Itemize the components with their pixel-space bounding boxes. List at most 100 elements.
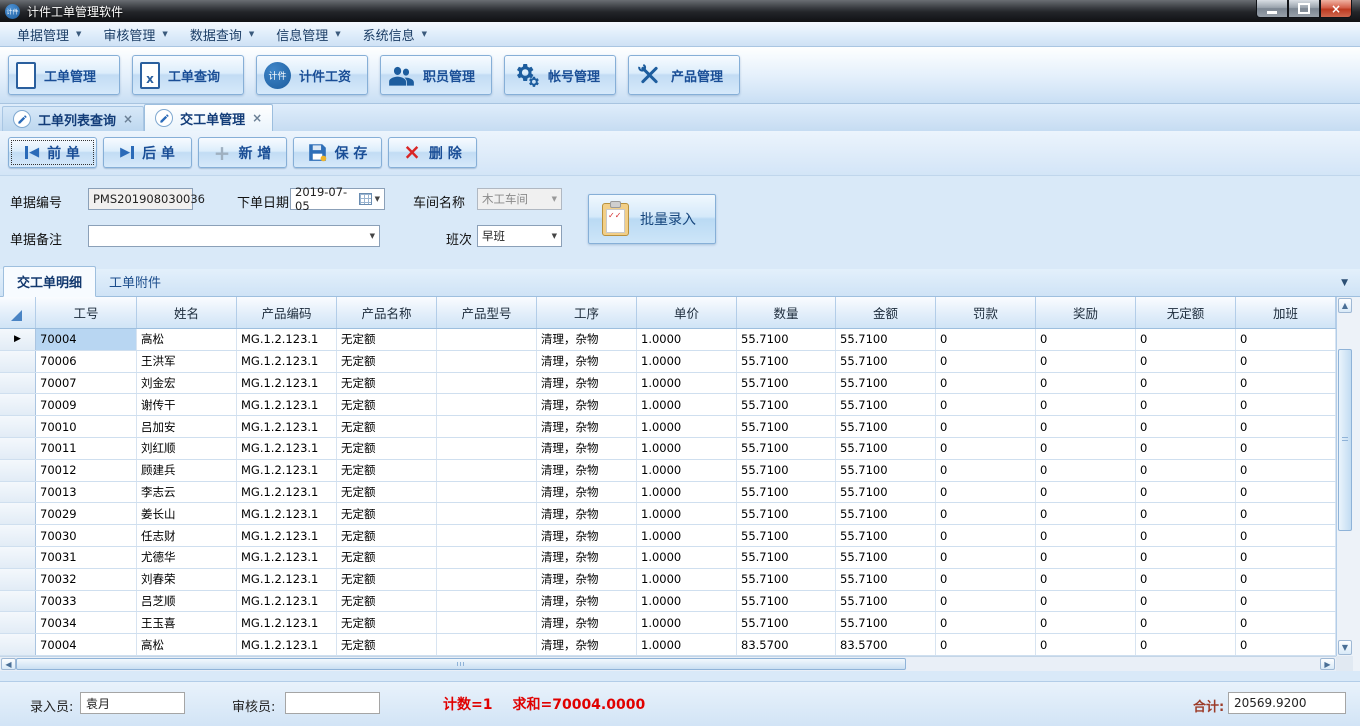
cell[interactable]: MG.1.2.123.1 <box>237 569 337 590</box>
cell[interactable]: 0 <box>936 394 1036 415</box>
batch-entry-button[interactable]: ✓✓ 批量录入 <box>588 194 716 244</box>
menu-item-audit[interactable]: 审核管理▼ <box>92 22 178 46</box>
cell[interactable]: 0 <box>1136 394 1236 415</box>
cell[interactable]: 1.0000 <box>637 482 737 503</box>
cell[interactable]: MG.1.2.123.1 <box>237 612 337 633</box>
horizontal-scroll-thumb[interactable] <box>16 658 906 670</box>
cell[interactable]: 0 <box>1136 591 1236 612</box>
cell[interactable]: MG.1.2.123.1 <box>237 394 337 415</box>
cell[interactable]: MG.1.2.123.1 <box>237 525 337 546</box>
cell[interactable]: 0 <box>936 416 1036 437</box>
vertical-scrollbar[interactable]: ▲ ▼ <box>1336 297 1353 656</box>
cell[interactable]: 0 <box>1236 373 1336 394</box>
row-selector[interactable] <box>0 416 36 437</box>
tab-delivery-detail[interactable]: 交工单明细 <box>3 266 96 297</box>
shift-select[interactable]: 早班 ▼ <box>477 225 562 247</box>
cell[interactable]: 无定额 <box>337 482 437 503</box>
cell[interactable]: 刘春荣 <box>137 569 237 590</box>
staff-manage-button[interactable]: 职员管理 <box>380 55 492 95</box>
cell[interactable]: 1.0000 <box>637 503 737 524</box>
cell[interactable]: 55.7100 <box>836 503 936 524</box>
cell[interactable]: 1.0000 <box>637 394 737 415</box>
cell[interactable]: 55.7100 <box>737 503 836 524</box>
column-header[interactable]: 工序 <box>537 297 637 328</box>
cell[interactable]: 0 <box>1036 482 1136 503</box>
cell[interactable]: 1.0000 <box>637 351 737 372</box>
cell[interactable]: 55.7100 <box>836 351 936 372</box>
column-header[interactable]: 姓名 <box>137 297 237 328</box>
row-selector[interactable] <box>0 438 36 459</box>
cell[interactable]: 55.7100 <box>737 547 836 568</box>
tab-close-icon[interactable]: × <box>123 113 133 125</box>
cell[interactable]: 70030 <box>36 525 137 546</box>
cell[interactable]: 尤德华 <box>137 547 237 568</box>
cell[interactable]: 清理，杂物 <box>537 329 637 350</box>
cell[interactable]: 0 <box>1236 329 1336 350</box>
cell[interactable]: 0 <box>1236 482 1336 503</box>
cell[interactable]: 清理，杂物 <box>537 634 637 655</box>
cell[interactable]: 0 <box>1236 569 1336 590</box>
cell[interactable]: 70031 <box>36 547 137 568</box>
cell[interactable]: 0 <box>1036 525 1136 546</box>
cell[interactable]: 55.7100 <box>737 482 836 503</box>
cell[interactable]: MG.1.2.123.1 <box>237 416 337 437</box>
cell[interactable]: 70004 <box>36 634 137 655</box>
cell[interactable]: 0 <box>936 503 1036 524</box>
column-header[interactable]: 工号 <box>36 297 137 328</box>
cell[interactable]: 清理，杂物 <box>537 547 637 568</box>
cell[interactable]: 0 <box>936 591 1036 612</box>
cell[interactable]: 0 <box>1236 460 1336 481</box>
cell[interactable] <box>437 329 537 350</box>
calendar-icon[interactable] <box>359 193 372 205</box>
cell[interactable]: 清理，杂物 <box>537 351 637 372</box>
cell[interactable]: 1.0000 <box>637 373 737 394</box>
menu-item-system[interactable]: 系统信息▼ <box>352 22 438 46</box>
cell[interactable]: 55.7100 <box>836 591 936 612</box>
cell[interactable]: 55.7100 <box>737 612 836 633</box>
cell[interactable]: 0 <box>1036 373 1136 394</box>
cell[interactable]: 清理，杂物 <box>537 591 637 612</box>
cell[interactable]: 1.0000 <box>637 612 737 633</box>
scroll-left-button[interactable]: ◀ <box>1 658 16 670</box>
cell[interactable]: 70012 <box>36 460 137 481</box>
cell[interactable]: 清理，杂物 <box>537 525 637 546</box>
cell[interactable]: 55.7100 <box>836 438 936 459</box>
menu-item-data-query[interactable]: 数据查询▼ <box>179 22 265 46</box>
cell[interactable]: 任志财 <box>137 525 237 546</box>
cell[interactable]: 谢传干 <box>137 394 237 415</box>
cell[interactable]: 70009 <box>36 394 137 415</box>
table-row[interactable]: 70009谢传干MG.1.2.123.1无定额清理，杂物1.000055.710… <box>0 394 1336 416</box>
cell[interactable]: 1.0000 <box>637 569 737 590</box>
cell[interactable]: 0 <box>1036 394 1136 415</box>
cell[interactable]: 无定额 <box>337 634 437 655</box>
menu-item-info[interactable]: 信息管理▼ <box>265 22 351 46</box>
row-selector[interactable] <box>0 373 36 394</box>
cell[interactable]: 83.5700 <box>737 634 836 655</box>
cell[interactable] <box>437 373 537 394</box>
cell[interactable]: 0 <box>1136 547 1236 568</box>
column-header[interactable]: 数量 <box>737 297 836 328</box>
cell[interactable]: MG.1.2.123.1 <box>237 547 337 568</box>
cell[interactable]: 1.0000 <box>637 634 737 655</box>
column-header[interactable]: 金额 <box>836 297 936 328</box>
cell[interactable]: 0 <box>936 634 1036 655</box>
cell[interactable]: 55.7100 <box>836 482 936 503</box>
cell[interactable] <box>437 634 537 655</box>
cell[interactable]: 0 <box>1236 547 1336 568</box>
cell[interactable]: 0 <box>1036 351 1136 372</box>
cell[interactable]: 0 <box>936 482 1036 503</box>
cell[interactable]: 无定额 <box>337 547 437 568</box>
row-selector[interactable] <box>0 547 36 568</box>
cell[interactable]: 55.7100 <box>836 569 936 590</box>
cell[interactable]: 无定额 <box>337 416 437 437</box>
cell[interactable]: 李志云 <box>137 482 237 503</box>
column-header[interactable]: 产品名称 <box>337 297 437 328</box>
tab-list-dropdown-icon[interactable]: ▼ <box>1341 278 1348 288</box>
cell[interactable] <box>437 569 537 590</box>
column-header[interactable]: 单价 <box>637 297 737 328</box>
remark-combobox[interactable]: ▼ <box>88 225 380 247</box>
cell[interactable]: 0 <box>936 525 1036 546</box>
cell[interactable]: 55.7100 <box>836 460 936 481</box>
cell[interactable]: 55.7100 <box>737 329 836 350</box>
row-selector[interactable] <box>0 525 36 546</box>
